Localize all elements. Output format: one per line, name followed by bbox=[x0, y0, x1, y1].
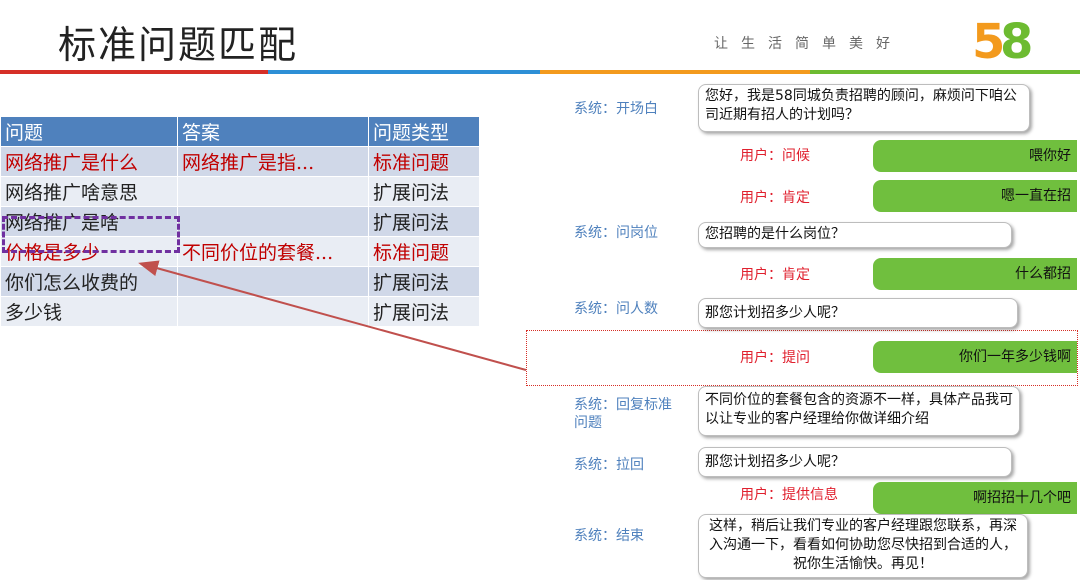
header-type: 问题类型 bbox=[368, 116, 480, 147]
user-ask-label: 用户：提问 bbox=[740, 350, 810, 366]
user-info-bubble: 啊招招十几个吧 bbox=[873, 482, 1077, 514]
color-rule bbox=[0, 70, 1080, 74]
cell-type: 标准问题 bbox=[368, 236, 480, 267]
sys-pos-bubble: 您招聘的是什么岗位？ bbox=[698, 222, 1012, 248]
sys-back-label: 系统：拉回 bbox=[574, 457, 644, 473]
cell-answer bbox=[177, 206, 369, 237]
cell-type: 扩展问法 bbox=[368, 296, 480, 327]
sys-end-label: 系统：结束 bbox=[574, 528, 644, 544]
sys-count-label: 系统：问人数 bbox=[574, 301, 658, 317]
user-greet-bubble: 喂你好 bbox=[873, 140, 1077, 172]
sys-end-bubble: 这样，稍后让我们专业的客户经理跟您联系，再深入沟通一下，看看如何协助您尽快招到合… bbox=[698, 514, 1028, 578]
cell-question: 网络推广啥意思 bbox=[0, 176, 178, 207]
cell-answer bbox=[177, 296, 369, 327]
cell-type: 扩展问法 bbox=[368, 206, 480, 237]
cell-answer: 不同价位的套餐... bbox=[177, 236, 369, 267]
slogan: 让生活简单美好 bbox=[714, 36, 903, 52]
sys-pos-label: 系统：问岗位 bbox=[574, 225, 658, 241]
user-yes2-label: 用户：肯定 bbox=[740, 267, 810, 283]
cell-answer: 网络推广是指... bbox=[177, 146, 369, 177]
page-title: 标准问题匹配 bbox=[58, 23, 299, 67]
table-row: 你们怎么收费的 扩展问法 bbox=[0, 266, 480, 297]
user-ask-bubble: 你们一年多少钱啊 bbox=[873, 341, 1077, 373]
sys-back-bubble: 那您计划招多少人呢？ bbox=[698, 447, 1012, 477]
sys-open-label: 系统：开场白 bbox=[574, 101, 658, 117]
header-answer: 答案 bbox=[177, 116, 369, 147]
cell-type: 扩展问法 bbox=[368, 266, 480, 297]
user-yes1-bubble: 嗯一直在招 bbox=[873, 180, 1077, 212]
user-yes2-bubble: 什么都招 bbox=[873, 258, 1077, 290]
user-yes1-label: 用户：肯定 bbox=[740, 190, 810, 206]
table-row: 多少钱 扩展问法 bbox=[0, 296, 480, 327]
cell-question: 你们怎么收费的 bbox=[0, 266, 178, 297]
table-row: 网络推广是什么 网络推广是指... 标准问题 bbox=[0, 146, 480, 177]
table-header-row: 问题 答案 问题类型 bbox=[0, 116, 480, 147]
matched-question-highlight bbox=[2, 216, 180, 253]
table-row: 网络推广啥意思 扩展问法 bbox=[0, 176, 480, 207]
header-question: 问题 bbox=[0, 116, 178, 147]
user-greet-label: 用户：问候 bbox=[740, 148, 810, 164]
user-info-label: 用户：提供信息 bbox=[740, 487, 838, 503]
cell-type: 标准问题 bbox=[368, 146, 480, 177]
cell-answer bbox=[177, 266, 369, 297]
logo-digit-8: 8 bbox=[1000, 16, 1032, 62]
cell-answer bbox=[177, 176, 369, 207]
sys-open-bubble: 您好，我是58同城负责招聘的顾问，麻烦问下咱公司近期有招人的计划吗？ bbox=[698, 84, 1030, 132]
cell-question: 网络推广是什么 bbox=[0, 146, 178, 177]
cell-type: 扩展问法 bbox=[368, 176, 480, 207]
cell-question: 多少钱 bbox=[0, 296, 178, 327]
sys-reply-label: 系统：回复标准问题 bbox=[574, 397, 672, 431]
sys-reply-bubble: 不同价位的套餐包含的资源不一样，具体产品我可以让专业的客户经理给你做详细介绍 bbox=[698, 386, 1020, 436]
sys-count-bubble: 那您计划招多少人呢？ bbox=[698, 298, 1018, 328]
logo-58: 5 8 bbox=[972, 14, 1033, 70]
